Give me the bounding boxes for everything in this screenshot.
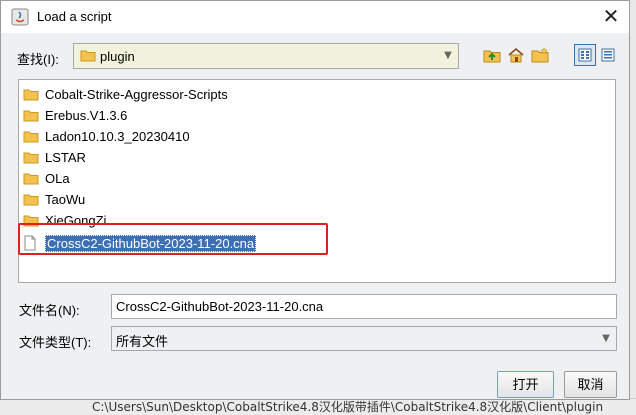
lookin-value: plugin: [100, 49, 135, 64]
annotation-highlight-box: [18, 223, 328, 255]
cancel-button[interactable]: 取消: [564, 371, 617, 398]
load-script-dialog: Load a script ✕ 查找(I): plugin ▼ Cobalt-S…: [0, 0, 630, 400]
chevron-down-icon[interactable]: ▼: [600, 334, 612, 344]
list-item-label: Cobalt-Strike-Aggressor-Scripts: [45, 86, 228, 102]
details-view-icon[interactable]: [597, 44, 619, 66]
folder-icon: [23, 149, 41, 165]
chevron-down-icon[interactable]: ▼: [442, 51, 454, 61]
folder-icon: [80, 48, 96, 65]
new-folder-icon[interactable]: [530, 45, 550, 65]
list-item-label: Ladon10.10.3_20230410: [45, 128, 190, 144]
home-icon[interactable]: [506, 45, 526, 65]
filetype-label: 文件类型(T):: [19, 335, 92, 350]
list-item[interactable]: TaoWu: [23, 189, 85, 209]
list-item-label: TaoWu: [45, 191, 86, 207]
list-item[interactable]: Ladon10.10.3_20230410: [23, 126, 190, 146]
dialog-title: Load a script: [37, 9, 112, 24]
java-app-icon: [11, 8, 29, 26]
list-item[interactable]: OLa: [23, 168, 70, 188]
folder-icon: [23, 128, 41, 144]
list-item-label: Erebus.V1.3.6: [45, 107, 128, 123]
lookin-dropdown[interactable]: plugin ▼: [73, 43, 459, 69]
close-icon[interactable]: ✕: [599, 5, 623, 29]
list-item-label: LSTAR: [45, 149, 86, 165]
folder-icon: [23, 170, 41, 186]
filetype-dropdown[interactable]: 所有文件 ▼: [111, 326, 617, 351]
title-bar: Load a script ✕: [1, 1, 629, 33]
list-view-icon[interactable]: [574, 44, 596, 66]
folder-up-icon[interactable]: [482, 45, 502, 65]
list-item-label: OLa: [45, 170, 70, 186]
folder-icon: [23, 107, 41, 123]
filetype-value: 所有文件: [116, 334, 169, 349]
background-path-bar: C:\Users\Sun\Desktop\CobaltStrike4.8汉化版带…: [0, 398, 636, 415]
filename-input[interactable]: CrossC2-GithubBot-2023-11-20.cna: [111, 294, 617, 319]
lookin-label: 查找(I):: [17, 52, 59, 67]
filename-label: 文件名(N):: [19, 303, 80, 318]
list-item[interactable]: Erebus.V1.3.6: [23, 105, 127, 125]
folder-icon: [23, 191, 41, 207]
list-item[interactable]: LSTAR: [23, 147, 86, 167]
folder-icon: [23, 86, 41, 102]
list-item[interactable]: Cobalt-Strike-Aggressor-Scripts: [23, 84, 228, 104]
open-button[interactable]: 打开: [497, 371, 554, 398]
